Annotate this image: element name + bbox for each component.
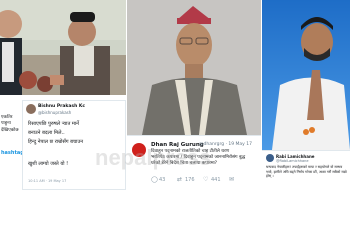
right-tweet-card: Rabi Lamichhane @RabiLamichhane धन्यवाद … — [262, 150, 350, 190]
right-avatar — [266, 154, 274, 162]
left-tweet-footer[interactable]: खुशी लाग्यो जस्ते यो ! — [28, 161, 68, 167]
left-avatar — [26, 104, 36, 114]
reply-count: 43 — [159, 177, 166, 183]
retweet-count: 176 — [185, 177, 195, 183]
left-tweet-line3: हिन्दु नेपाल छ राम्रोसँग बचाउन — [28, 139, 83, 145]
like-count: 441 — [211, 177, 221, 183]
retweet-icon[interactable]: ⇄ — [177, 176, 182, 183]
left-tweet-line1: रिसाएपछि पुरुषले र्‍यात मार्ने — [28, 121, 79, 127]
left-tweet-meta: 10:11 AM · 19 May 17 — [28, 179, 67, 183]
left-tweet-card: एकतिर पाहुना देखिएकोछ hashtagk/ Bishnu P… — [0, 95, 127, 190]
right-photo — [262, 0, 350, 150]
like-icon[interactable]: ♡ — [203, 176, 208, 183]
left-partial-text: एकतिर पाहुना देखिएकोछ — [1, 115, 19, 133]
left-tweet-handle[interactable]: @bishnuprakash — [38, 110, 71, 115]
right-tweet-handle[interactable]: @RabiLamichhane — [276, 159, 309, 163]
left-tweet-name[interactable]: Bishnu Prakash Kc — [38, 104, 85, 109]
reply-icon[interactable]: ◯ — [151, 176, 158, 183]
right-panel: Rabi Lamichhane @RabiLamichhane धन्यवाद … — [262, 0, 350, 190]
right-tweet-text: धन्यवाद नेपालीहरू! तपाईंहरूको माया र सहय… — [266, 165, 347, 179]
middle-photo — [127, 0, 262, 135]
watermark: nepalpress — [95, 145, 212, 170]
left-photo — [0, 0, 127, 95]
mail-icon[interactable]: ✉ — [229, 176, 234, 183]
left-tweet-line2: बनाउने बदला मिले.. — [28, 130, 65, 136]
